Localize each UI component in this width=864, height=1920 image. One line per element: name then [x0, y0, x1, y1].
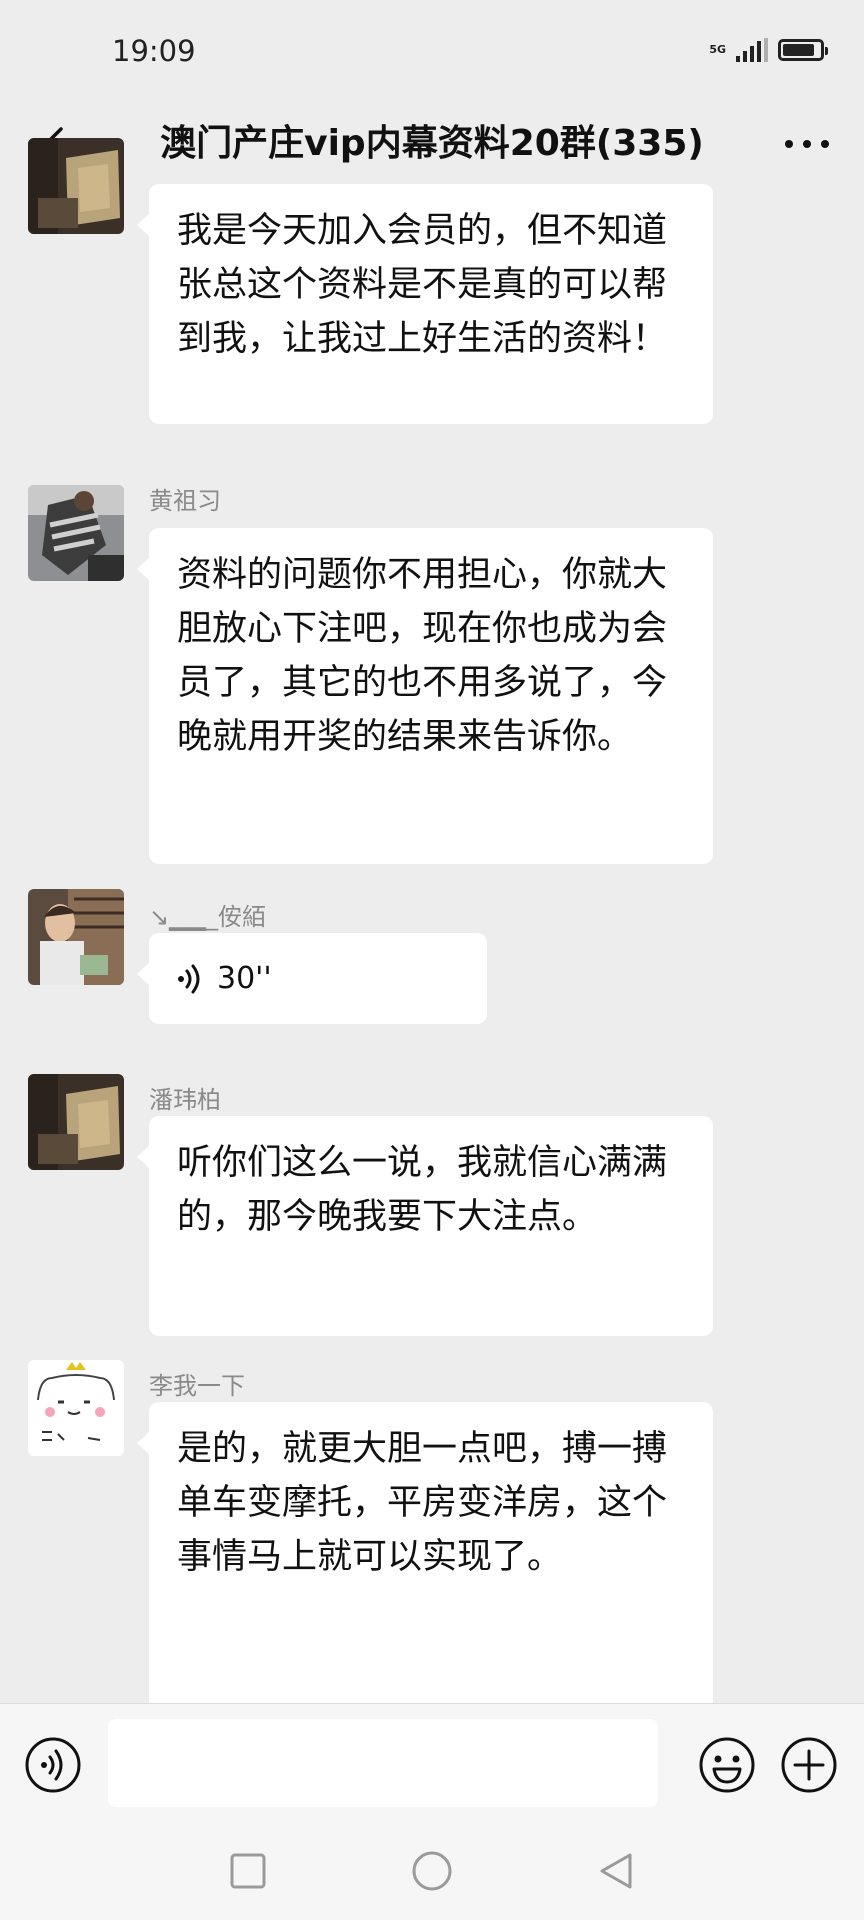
system-back-button[interactable] [590, 1845, 642, 1897]
voice-duration: 30'' [217, 960, 272, 996]
message-text: 听你们这么一说，我就信心满满的，那今晚我要下大注点。 [177, 1143, 668, 1237]
signal-icon [736, 38, 768, 62]
emoji-button[interactable] [698, 1736, 756, 1794]
message-bubble[interactable]: 资料的问题你不用担心，你就大胆放心下注吧，现在你也成为会员了，其它的也不用多说了… [137, 528, 713, 864]
more-button[interactable] [772, 114, 842, 174]
plus-button[interactable] [780, 1736, 838, 1794]
recent-apps-icon [230, 1853, 266, 1889]
sender-name: 潘玮柏 [149, 1086, 221, 1114]
input-bar [0, 1703, 864, 1824]
message-bubble[interactable]: 听你们这么一说，我就信心满满的，那今晚我要下大注点。 [137, 1116, 713, 1336]
avatar[interactable] [28, 138, 124, 234]
recent-apps-button[interactable] [222, 1845, 274, 1897]
plus-icon [781, 1737, 837, 1793]
voice-message-bubble[interactable]: 30'' [137, 933, 487, 1024]
message-text: 我是今天加入会员的，但不知道张总这个资料是不是真的可以帮到我，让我过上好生活的资… [177, 211, 668, 359]
avatar[interactable] [28, 889, 124, 985]
message-input[interactable] [108, 1719, 658, 1807]
chat-title: 澳门产庄vip内幕资料20群(335) [160, 123, 704, 164]
avatar[interactable] [28, 1074, 124, 1170]
back-triangle-icon [600, 1853, 632, 1889]
voice-input-icon [25, 1737, 81, 1793]
emoji-icon [699, 1737, 755, 1793]
message-text: 资料的问题你不用担心，你就大胆放心下注吧，现在你也成为会员了，其它的也不用多说了… [177, 555, 668, 757]
avatar[interactable] [28, 1360, 124, 1456]
home-button[interactable] [406, 1845, 458, 1897]
status-icons: 5G [709, 34, 828, 66]
network-label: 5G [709, 43, 726, 56]
battery-icon [778, 39, 828, 61]
voice-input-button[interactable] [24, 1736, 82, 1794]
system-nav-bar [0, 1823, 864, 1920]
home-icon [412, 1851, 452, 1891]
message-text: 是的，就更大胆一点吧，搏一搏单车变摩托，平房变洋房，这个事情马上就可以实现了。 [177, 1429, 668, 1577]
status-time: 19:09 [112, 34, 196, 68]
avatar[interactable] [28, 485, 124, 581]
sender-name: 李我一下 [149, 1372, 245, 1400]
message-bubble[interactable]: 我是今天加入会员的，但不知道张总这个资料是不是真的可以帮到我，让我过上好生活的资… [137, 184, 713, 424]
message-bubble[interactable]: 是的，就更大胆一点吧，搏一搏单车变摩托，平房变洋房，这个事情马上就可以实现了。 [137, 1402, 713, 1722]
sender-name: ↘▁▁_侒絔 [149, 903, 267, 931]
voice-wave-icon [178, 964, 200, 993]
chat-header: 澳门产庄vip内幕资料20群(335) [0, 100, 864, 188]
sender-name: 黄祖习 [149, 487, 221, 515]
status-bar: 19:09 5G [0, 0, 864, 100]
more-dots-icon [785, 140, 829, 148]
